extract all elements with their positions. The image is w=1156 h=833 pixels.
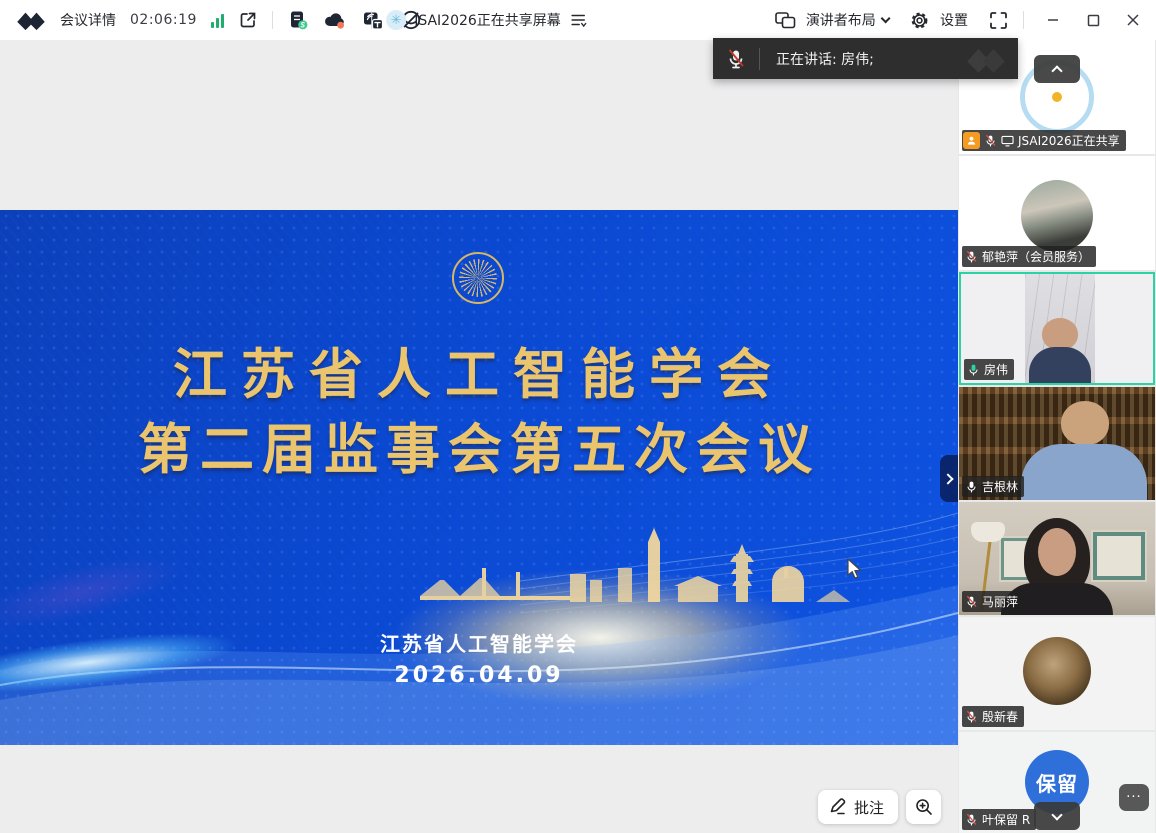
shared-screen-area: 江苏省人工智能学会 第二届监事会第五次会议 江苏省人工智能学会 2026.04.… bbox=[0, 40, 958, 833]
mouse-cursor bbox=[846, 558, 864, 582]
participant-name: 马丽萍 bbox=[982, 593, 1018, 610]
shared-screen-list-icon[interactable] bbox=[569, 12, 587, 28]
app-logo-icon bbox=[16, 9, 46, 31]
recording-file-icon[interactable] bbox=[287, 9, 309, 31]
city-skyline bbox=[420, 528, 850, 620]
annotate-label: 批注 bbox=[854, 797, 884, 818]
meeting-details-button[interactable]: 会议详情 bbox=[60, 10, 116, 30]
slide-emblem bbox=[452, 252, 504, 304]
participant-tile-maliping[interactable]: 马丽萍 bbox=[959, 502, 1155, 615]
participant-name: 殷新春 bbox=[982, 708, 1018, 725]
presentation-slide: 江苏省人工智能学会 第二届监事会第五次会议 江苏省人工智能学会 2026.04.… bbox=[0, 210, 958, 745]
speaking-toast: 正在讲话: 房伟; bbox=[713, 38, 1018, 79]
divider bbox=[371, 11, 372, 29]
cloud-record-icon[interactable] bbox=[323, 9, 347, 31]
speaking-status-text: 正在讲话: 房伟; bbox=[776, 49, 874, 69]
slide-date: 2026.04.09 bbox=[0, 663, 958, 688]
chevron-down-icon bbox=[1051, 809, 1062, 820]
participant-name: 房伟 bbox=[984, 361, 1008, 378]
open-window-icon[interactable] bbox=[238, 10, 258, 30]
sidebar-scroll-down-button[interactable] bbox=[1034, 802, 1080, 830]
sidebar-collapse-handle[interactable] bbox=[940, 455, 958, 502]
minimize-button[interactable] bbox=[1038, 0, 1068, 40]
settings-button[interactable]: 设置 bbox=[940, 10, 968, 30]
layout-icon bbox=[774, 10, 796, 30]
participant-name-tag: 吉根林 bbox=[962, 476, 1024, 497]
slide-title-line2: 第二届监事会第五次会议 bbox=[0, 412, 958, 488]
slide-org-name: 江苏省人工智能学会 bbox=[0, 628, 958, 657]
mic-on-icon bbox=[965, 480, 978, 494]
mic-muted-icon bbox=[965, 710, 978, 724]
chevron-down-icon[interactable] bbox=[880, 13, 890, 23]
participant-name-tag: 殷新春 bbox=[962, 706, 1024, 727]
mic-muted-icon bbox=[965, 595, 978, 609]
participant-avatar bbox=[1021, 180, 1093, 252]
divider bbox=[272, 11, 273, 29]
meeting-window: 会议详情 02:06:19 bbox=[0, 0, 1156, 833]
participant-name-tag: 房伟 bbox=[964, 359, 1014, 380]
mic-muted-icon bbox=[965, 250, 978, 264]
host-badge-icon bbox=[963, 132, 980, 149]
titlebar: 会议详情 02:06:19 bbox=[0, 0, 1156, 40]
chevron-right-icon bbox=[942, 473, 953, 484]
fullscreen-icon[interactable] bbox=[988, 10, 1009, 31]
mic-muted-icon bbox=[965, 813, 978, 827]
participant-tile-fangwei[interactable]: 房伟 bbox=[959, 272, 1155, 385]
watermark-logo-icon bbox=[960, 44, 1012, 74]
gear-icon bbox=[909, 10, 930, 31]
annotation-toolbar: 批注 bbox=[818, 790, 941, 824]
network-signal-icon[interactable] bbox=[211, 13, 224, 28]
participant-name-tag: 叶保留 R bbox=[962, 809, 1036, 830]
zoom-button[interactable] bbox=[906, 790, 941, 824]
participant-name: 郁艳萍（会员服务） bbox=[982, 248, 1090, 265]
sidebar-scroll-up-button[interactable] bbox=[1034, 55, 1080, 83]
participants-sidebar: JSAI2026正在共享 郁艳萍（会员服务） bbox=[958, 40, 1156, 833]
chevron-up-icon bbox=[1051, 65, 1062, 76]
participant-name: 叶保留 R bbox=[982, 811, 1030, 828]
maximize-button[interactable] bbox=[1078, 0, 1108, 40]
annotate-button[interactable]: 批注 bbox=[818, 790, 898, 824]
meeting-timer: 02:06:19 bbox=[130, 12, 197, 28]
mic-muted-icon bbox=[713, 48, 759, 70]
magnifier-plus-icon bbox=[914, 797, 934, 817]
participant-avatar bbox=[1023, 637, 1091, 705]
pencil-icon bbox=[828, 797, 848, 817]
sharer-avatar: ✳ bbox=[386, 10, 406, 30]
participant-name-tag: 马丽萍 bbox=[962, 591, 1024, 612]
divider bbox=[1023, 11, 1024, 29]
sharing-status-title: JSAI2026正在共享屏幕 bbox=[414, 10, 561, 30]
close-button[interactable] bbox=[1118, 0, 1148, 40]
divider bbox=[759, 48, 760, 70]
layout-selector[interactable]: 演讲者布局 bbox=[806, 10, 876, 30]
slide-title-line1: 江苏省人工智能学会 bbox=[0, 338, 958, 412]
mic-muted-icon bbox=[984, 134, 997, 148]
more-options-button[interactable]: ··· bbox=[1119, 784, 1149, 811]
participant-name: JSAI2026正在共享 bbox=[1018, 132, 1120, 149]
participant-name-tag: JSAI2026正在共享 bbox=[962, 130, 1126, 151]
participant-video bbox=[1025, 274, 1095, 383]
participant-tile-jigenlin[interactable]: 吉根林 bbox=[959, 387, 1155, 500]
participant-tile-yinxinchun[interactable]: 殷新春 bbox=[959, 617, 1155, 730]
slide-title: 江苏省人工智能学会 第二届监事会第五次会议 bbox=[0, 338, 958, 488]
participant-tile-yuyanping[interactable]: 郁艳萍（会员服务） bbox=[959, 156, 1155, 270]
screen-share-icon bbox=[1001, 135, 1014, 147]
participant-name: 吉根林 bbox=[982, 478, 1018, 495]
mic-active-icon bbox=[967, 363, 980, 377]
slide-footer: 江苏省人工智能学会 2026.04.09 bbox=[0, 628, 958, 688]
participant-name-tag: 郁艳萍（会员服务） bbox=[962, 246, 1096, 267]
